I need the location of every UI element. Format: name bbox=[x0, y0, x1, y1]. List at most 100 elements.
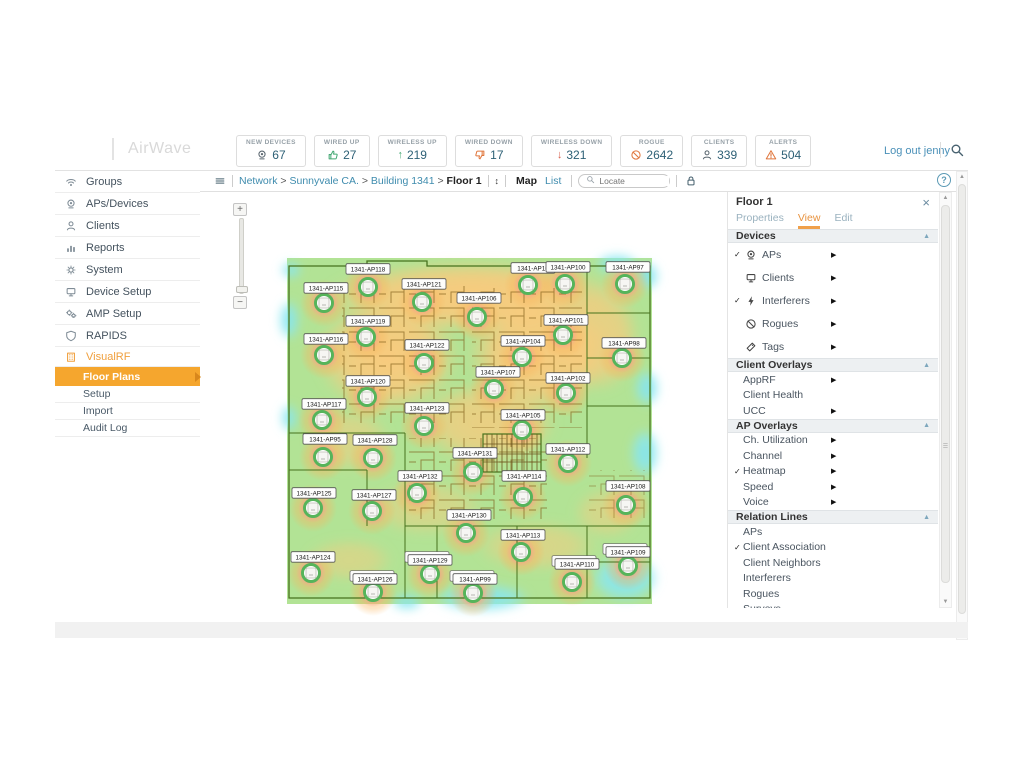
ap-marker-1341-AP101[interactable] bbox=[555, 327, 572, 344]
sidebar-item-reports[interactable]: Reports bbox=[55, 237, 200, 259]
panel-tab-edit[interactable]: Edit bbox=[834, 212, 852, 226]
ap-label-1341-AP128[interactable]: 1341-AP128 bbox=[353, 435, 397, 446]
panel-row-apprf[interactable]: AppRF▶ bbox=[728, 372, 938, 388]
ap-marker-1341-AP107[interactable] bbox=[486, 381, 503, 398]
sidebar-item-visualrf[interactable]: VisualRF bbox=[55, 347, 200, 367]
panel-row-client-association[interactable]: ✓Client Association bbox=[728, 540, 938, 556]
sidebar-item-system[interactable]: System bbox=[55, 259, 200, 281]
ap-marker-1341-AP100[interactable] bbox=[557, 276, 574, 293]
panel-row-ch-utilization[interactable]: Ch. Utilization▶ bbox=[728, 433, 938, 449]
ap-label-1341-AP113[interactable]: 1341-AP113 bbox=[501, 530, 545, 541]
ap-marker-1341-AP119[interactable] bbox=[358, 329, 375, 346]
expand-arrow-icon[interactable]: ▶ bbox=[831, 498, 836, 506]
ap-label-1341-AP122[interactable]: 1341-AP122 bbox=[405, 340, 449, 351]
expand-arrow-icon[interactable]: ▶ bbox=[831, 376, 836, 384]
collapse-icon[interactable]: ▲ bbox=[923, 233, 930, 240]
stat-box-new-devices[interactable]: NEW DEVICES67 bbox=[236, 135, 306, 167]
ap-label-1341-AP126[interactable]: 1341-AP126 bbox=[350, 571, 397, 585]
expand-arrow-icon[interactable]: ▶ bbox=[831, 274, 836, 282]
ap-label-1341-AP95[interactable]: 1341-AP95 bbox=[303, 434, 347, 445]
ap-marker-1341-AP114[interactable] bbox=[515, 489, 532, 506]
sidebar-item-amp-setup[interactable]: AMP Setup bbox=[55, 303, 200, 325]
panel-row-voice[interactable]: Voice▶ bbox=[728, 495, 938, 511]
ap-marker-1341-AP131[interactable] bbox=[465, 464, 482, 481]
ap-label-1341-AP104[interactable]: 1341-AP104 bbox=[501, 336, 545, 347]
close-icon[interactable]: × bbox=[922, 196, 930, 209]
panel-row-heatmap[interactable]: ✓Heatmap▶ bbox=[728, 464, 938, 480]
locate-input[interactable] bbox=[599, 176, 669, 186]
ap-label-1341-AP129[interactable]: 1341-AP129 bbox=[405, 552, 452, 566]
ap-marker-1341-AP108[interactable] bbox=[618, 497, 635, 514]
panel-row-interferers[interactable]: ✓Interferers▶ bbox=[728, 289, 938, 312]
ap-label-1341-AP109[interactable]: 1341-AP109 bbox=[603, 544, 650, 558]
ap-label-1341-AP127[interactable]: 1341-AP127 bbox=[352, 490, 396, 501]
floor-switch-icon[interactable]: ↕ bbox=[495, 176, 500, 186]
panel-row-interferers[interactable]: Interferers bbox=[728, 571, 938, 587]
ap-label-1341-AP120[interactable]: 1341-AP120 bbox=[346, 376, 390, 387]
expand-arrow-icon[interactable]: ▶ bbox=[831, 297, 836, 305]
sidebar-item-setup[interactable]: Setup bbox=[55, 386, 200, 403]
ap-label-1341-AP131[interactable]: 1341-AP131 bbox=[453, 448, 497, 459]
expand-arrow-icon[interactable]: ▶ bbox=[831, 251, 836, 259]
stat-box-wired-up[interactable]: WIRED UP27 bbox=[314, 135, 370, 167]
panel-row-tags[interactable]: Tags▶ bbox=[728, 335, 938, 358]
sidebar-item-device-setup[interactable]: Device Setup bbox=[55, 281, 200, 303]
panel-row-rogues[interactable]: Rogues bbox=[728, 586, 938, 602]
breadcrumb-link[interactable]: Network bbox=[239, 175, 278, 187]
panel-row-ucc[interactable]: UCC▶ bbox=[728, 403, 938, 419]
expand-arrow-icon[interactable]: ▶ bbox=[831, 436, 836, 444]
panel-tab-view[interactable]: View bbox=[798, 212, 821, 229]
collapse-icon[interactable]: ▲ bbox=[923, 422, 930, 429]
ap-label-1341-AP115[interactable]: 1341-AP115 bbox=[304, 283, 348, 294]
stat-box-wireless-up[interactable]: WIRELESS UP↑219 bbox=[378, 135, 447, 167]
panel-row-aps[interactable]: APs bbox=[728, 524, 938, 540]
ap-marker-1341-AP122[interactable] bbox=[416, 355, 433, 372]
ap-marker-1341-AP115[interactable] bbox=[316, 295, 333, 312]
stat-box-clients[interactable]: CLIENTS339 bbox=[691, 135, 747, 167]
sidebar-item-clients[interactable]: Clients bbox=[55, 215, 200, 237]
ap-marker-1341-AP106[interactable] bbox=[469, 309, 486, 326]
ap-marker-1341-AP113[interactable] bbox=[513, 544, 530, 561]
locate-search[interactable] bbox=[578, 174, 670, 188]
ap-marker-1341-AP99[interactable] bbox=[465, 585, 482, 602]
ap-label-1341-AP124[interactable]: 1341-AP124 bbox=[291, 552, 335, 563]
ap-label-1341-AP108[interactable]: 1341-AP108 bbox=[606, 481, 650, 492]
ap-marker-1341-AP126[interactable] bbox=[365, 584, 382, 601]
ap-label-1341-AP100[interactable]: 1341-AP100 bbox=[546, 262, 590, 273]
ap-marker-1341-AP116[interactable] bbox=[316, 347, 333, 364]
ap-marker-1341-AP120[interactable] bbox=[359, 389, 376, 406]
sidebar-item-floor-plans[interactable]: Floor Plans bbox=[55, 367, 200, 386]
stat-box-rogue[interactable]: ROGUE2642 bbox=[620, 135, 683, 167]
expand-arrow-icon[interactable]: ▶ bbox=[831, 407, 836, 415]
ap-label-1341-AP99[interactable]: 1341-AP99 bbox=[450, 571, 497, 585]
panel-scrollbar[interactable]: ▲ ☰ ▼ bbox=[939, 192, 952, 608]
ap-label-1341-AP110[interactable]: 1341-AP110 bbox=[552, 556, 599, 570]
panel-row-surveys[interactable]: Surveys bbox=[728, 602, 938, 609]
collapse-icon[interactable]: ▲ bbox=[923, 514, 930, 521]
sidebar-item-groups[interactable]: Groups bbox=[55, 171, 200, 193]
ap-label-1341-AP105[interactable]: 1341-AP105 bbox=[501, 410, 545, 421]
ap-marker-1341-AP123[interactable] bbox=[416, 418, 433, 435]
ap-label-1341-AP102[interactable]: 1341-AP102 bbox=[546, 373, 590, 384]
panel-section-relation-lines[interactable]: Relation Lines▲ bbox=[728, 510, 938, 524]
zoom-track[interactable] bbox=[239, 218, 244, 294]
sidebar-item-rapids[interactable]: RAPIDS bbox=[55, 325, 200, 347]
ap-label-1341-AP107[interactable]: 1341-AP107 bbox=[476, 367, 520, 378]
breadcrumb-link[interactable]: Building 1341 bbox=[371, 175, 435, 187]
ap-label-1341-AP97[interactable]: 1341-AP97 bbox=[606, 262, 650, 273]
floorplan-map[interactable]: 1341-AP1181341-AP1151341-AP1211341-AP101… bbox=[287, 258, 652, 604]
ap-label-1341-AP116[interactable]: 1341-AP116 bbox=[304, 334, 348, 345]
expand-arrow-icon[interactable]: ▶ bbox=[831, 483, 836, 491]
ap-marker-1341-AP95[interactable] bbox=[315, 449, 332, 466]
ap-marker-1341-AP132[interactable] bbox=[409, 485, 426, 502]
zoom-handle[interactable] bbox=[236, 286, 248, 293]
lock-icon[interactable] bbox=[685, 175, 697, 187]
ap-marker-1341-AP127[interactable] bbox=[364, 503, 381, 520]
ap-marker-1341-AP104[interactable] bbox=[514, 349, 531, 366]
ap-label-1341-AP117[interactable]: 1341-AP117 bbox=[302, 399, 346, 410]
ap-label-1341-AP112[interactable]: 1341-AP112 bbox=[546, 444, 590, 455]
panel-row-rogues[interactable]: Rogues▶ bbox=[728, 312, 938, 335]
ap-label-1341-AP106[interactable]: 1341-AP106 bbox=[457, 293, 501, 304]
zoom-in-button[interactable]: + bbox=[233, 203, 247, 216]
ap-marker-1341-AP112[interactable] bbox=[560, 455, 577, 472]
